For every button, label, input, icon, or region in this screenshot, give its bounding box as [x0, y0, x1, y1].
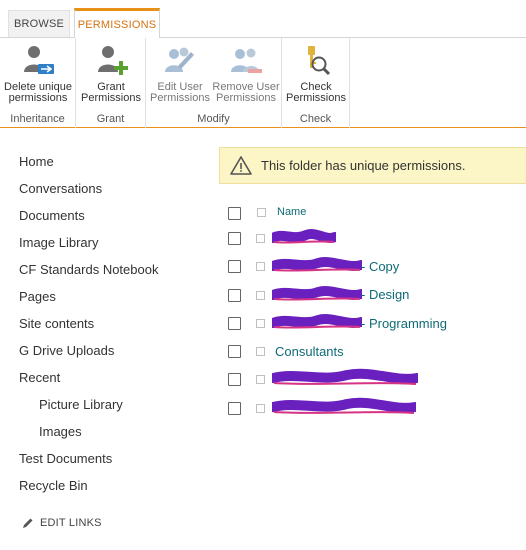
row-item-checkbox[interactable] — [256, 375, 265, 384]
row-item-checkbox[interactable] — [256, 234, 265, 243]
row-item-checkbox[interactable] — [256, 347, 265, 356]
nav-item-conversations[interactable]: Conversations — [19, 181, 102, 196]
redaction-scribble — [272, 229, 336, 244]
notice-message: This folder has unique permissions. — [261, 158, 466, 173]
nav-item-g-drive-uploads[interactable]: G Drive Uploads — [19, 343, 114, 358]
ribbon-tab-bar: BROWSE PERMISSIONS — [0, 0, 526, 38]
row-select-checkbox[interactable] — [228, 402, 241, 415]
group-label-grant: Grant — [96, 113, 125, 125]
grant-permissions-button[interactable]: Grant Permissions — [80, 42, 142, 104]
check-permissions-button[interactable]: Check Permissions — [285, 42, 347, 104]
remove-user-permissions-icon — [231, 48, 262, 73]
nav-item-home[interactable]: Home — [19, 154, 54, 169]
delete-unique-permissions-button[interactable]: Delete unique permissions — [2, 42, 74, 104]
nav-item-pages[interactable]: Pages — [19, 289, 56, 304]
redaction-scribble — [272, 314, 362, 329]
group-label-modify: Modify — [197, 113, 230, 125]
row-select-checkbox[interactable] — [228, 317, 241, 330]
group-label-inheritance: Inheritance — [10, 113, 65, 125]
edit-user-permissions-label-2: Permissions — [150, 92, 210, 104]
remove-user-permissions-button[interactable]: Remove User Permissions — [212, 42, 280, 104]
delete-unique-permissions-label-2: permissions — [8, 92, 68, 104]
redaction-scribble — [272, 368, 418, 385]
pencil-icon — [23, 518, 33, 528]
nav-item-test-documents[interactable]: Test Documents — [19, 451, 112, 466]
tab-browse[interactable]: BROWSE — [8, 10, 70, 37]
row-select-checkbox[interactable] — [228, 232, 241, 245]
edit-links-button[interactable]: EDIT LINKS — [22, 517, 102, 529]
group-check: Check Permissions Check — [282, 38, 350, 128]
nav-item-image-library[interactable]: Image Library — [19, 235, 98, 250]
row-select-checkbox[interactable] — [228, 260, 241, 273]
group-name-link[interactable]: - Programming — [361, 316, 447, 331]
row-item-checkbox[interactable] — [256, 404, 265, 413]
nav-item-site-contents[interactable]: Site contents — [19, 316, 94, 331]
grant-permissions-icon — [98, 46, 128, 75]
group-name-link[interactable]: Consultants — [275, 344, 344, 359]
tab-permissions[interactable]: PERMISSIONS — [74, 8, 160, 38]
nav-item-recent[interactable]: Recent — [19, 370, 60, 385]
group-grant: Grant Permissions Grant — [76, 38, 146, 128]
nav-item-images[interactable]: Images — [39, 424, 82, 439]
group-name-link[interactable]: - Design — [361, 287, 409, 302]
remove-user-permissions-label-2: Permissions — [216, 92, 276, 104]
row-item-checkbox[interactable] — [256, 291, 265, 300]
delete-permissions-icon — [24, 46, 54, 74]
check-permissions-label-2: Permissions — [286, 92, 346, 104]
group-inheritance: Delete unique permissions Inheritance — [0, 38, 76, 128]
row-item-checkbox[interactable] — [256, 319, 265, 328]
nav-item-picture-library[interactable]: Picture Library — [39, 397, 123, 412]
row-select-checkbox[interactable] — [228, 373, 241, 386]
column-header-name[interactable]: Name — [277, 206, 306, 218]
edit-links-label: EDIT LINKS — [40, 517, 102, 529]
warning-icon — [230, 155, 252, 175]
row-select-checkbox[interactable] — [228, 289, 241, 302]
group-modify: Edit User Permissions Remove User Permis… — [146, 38, 282, 128]
nav-item-recycle-bin[interactable]: Recycle Bin — [19, 478, 88, 493]
edit-user-permissions-icon — [165, 47, 194, 72]
redaction-scribble — [272, 286, 362, 301]
redaction-scribble — [272, 257, 362, 272]
redaction-scribble — [272, 397, 416, 414]
group-name-link[interactable]: - Copy — [361, 259, 399, 274]
unique-permissions-notice: This folder has unique permissions. — [219, 147, 526, 184]
check-permissions-icon — [308, 46, 331, 76]
header-item-checkbox[interactable] — [257, 208, 266, 217]
select-all-checkbox[interactable] — [228, 207, 241, 220]
row-item-checkbox[interactable] — [256, 262, 265, 271]
row-select-checkbox[interactable] — [228, 345, 241, 358]
grant-permissions-label-2: Permissions — [81, 92, 141, 104]
nav-item-documents[interactable]: Documents — [19, 208, 85, 223]
group-label-check: Check — [299, 113, 332, 125]
ribbon: Delete unique permissions Inheritance Gr… — [0, 37, 526, 128]
edit-user-permissions-button[interactable]: Edit User Permissions — [150, 42, 210, 104]
nav-item-cf-standards-notebook[interactable]: CF Standards Notebook — [19, 262, 158, 277]
